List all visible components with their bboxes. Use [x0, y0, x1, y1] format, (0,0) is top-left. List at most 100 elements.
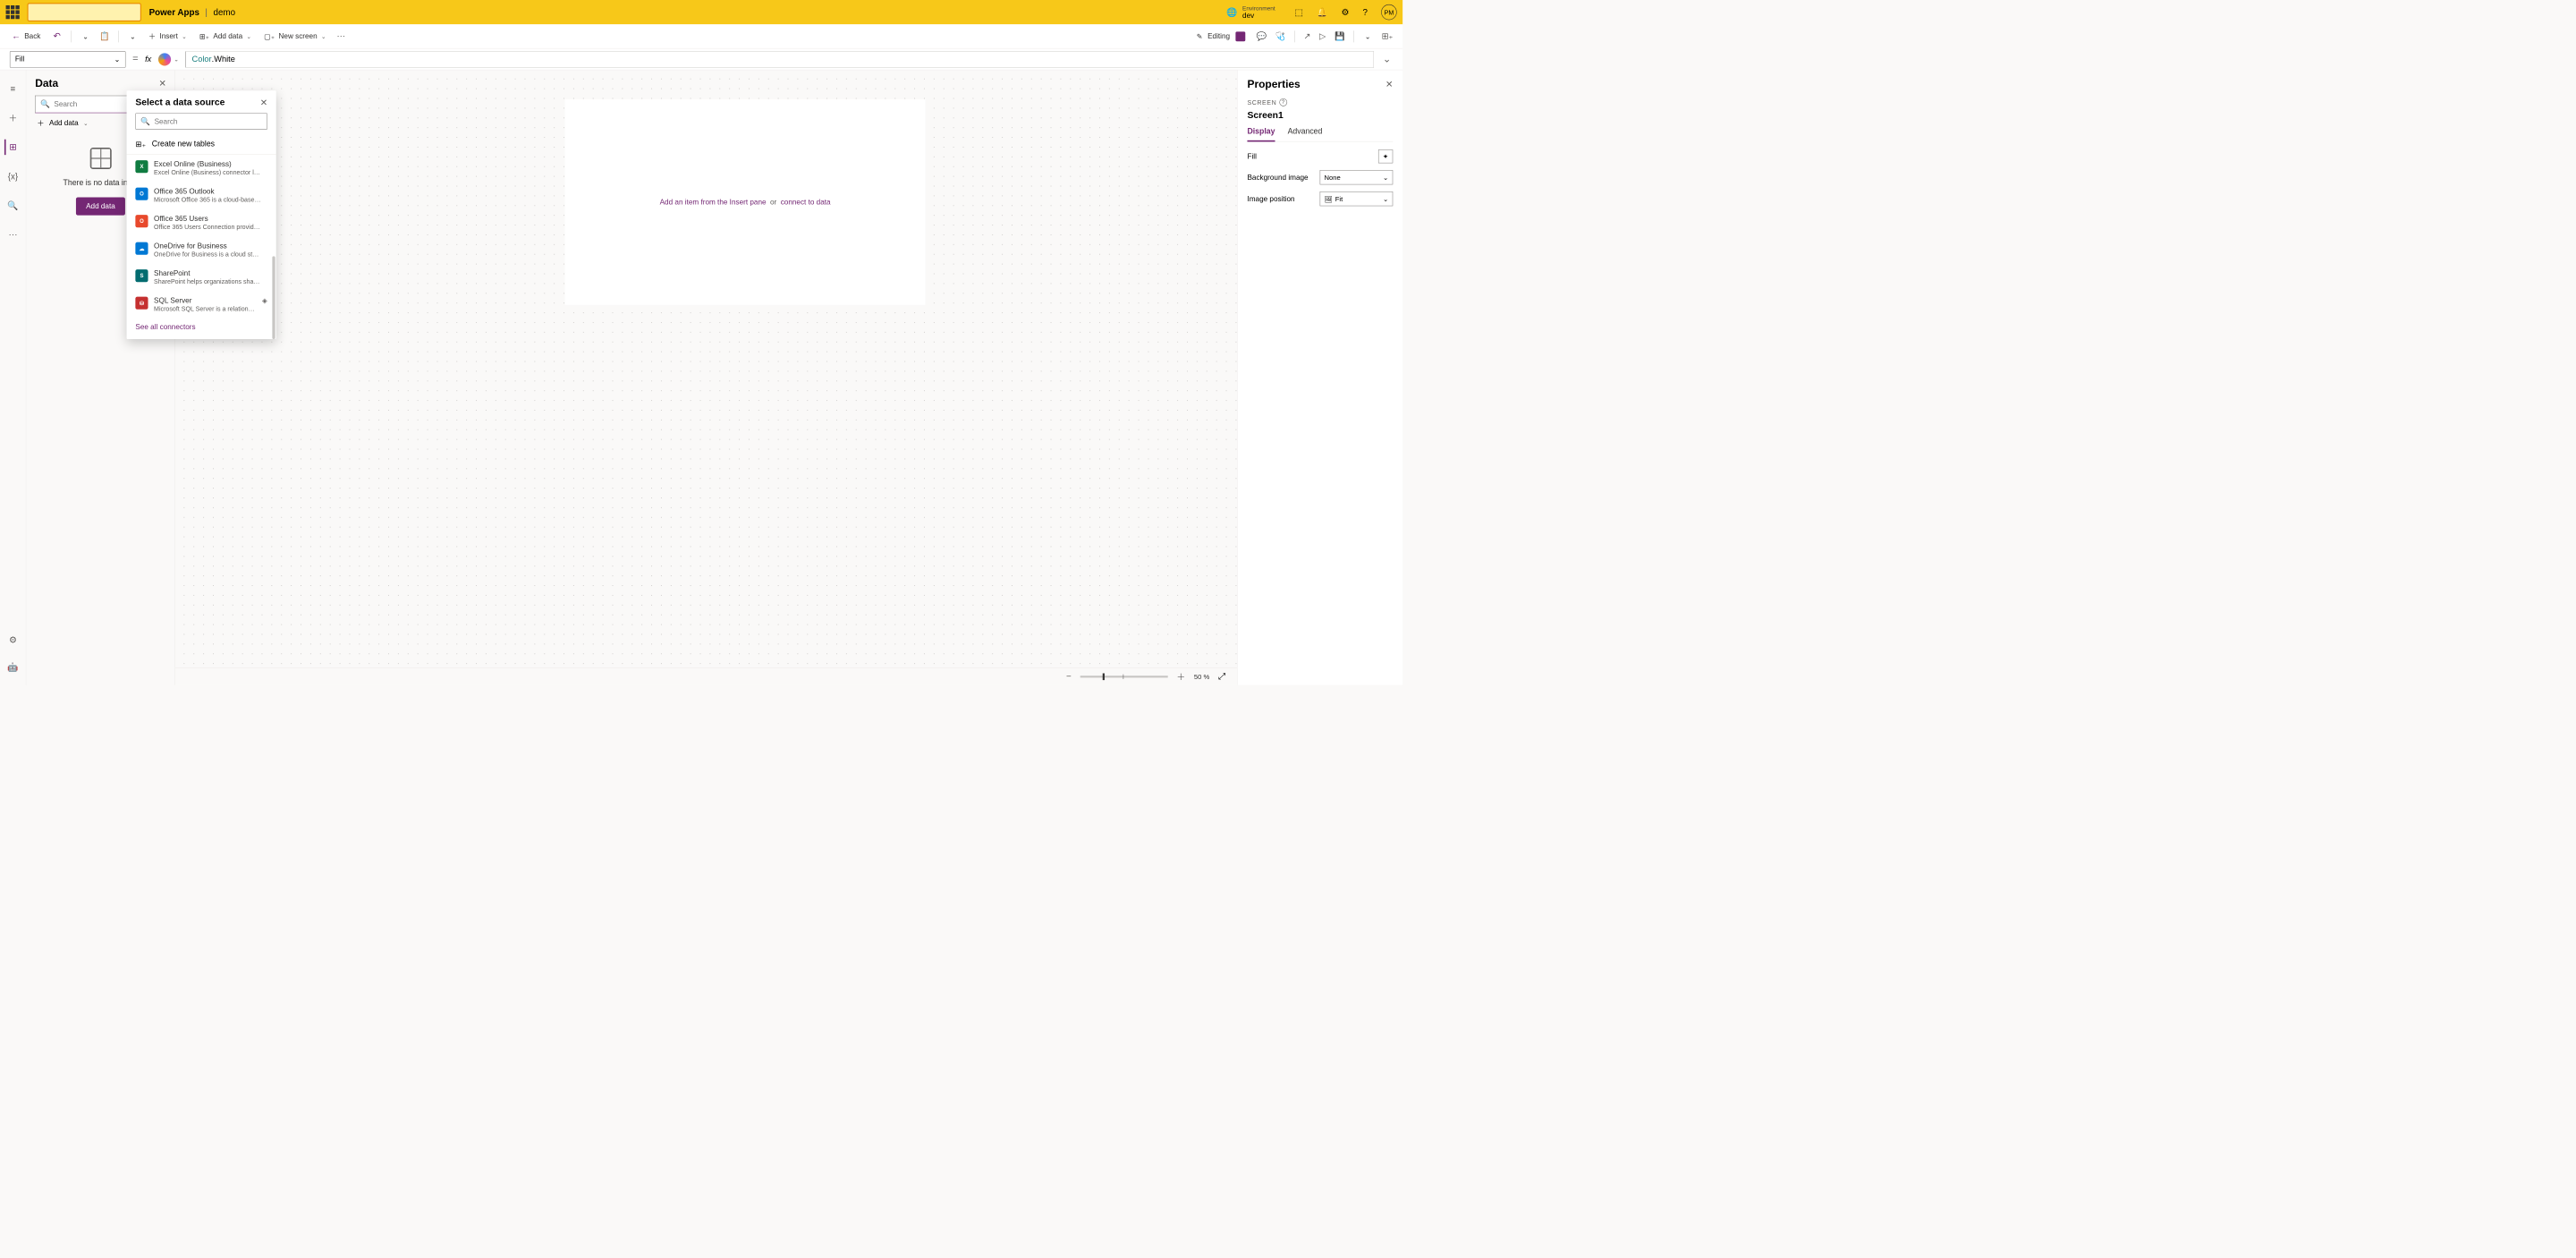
paste-dropdown[interactable]: ⌄: [128, 30, 138, 42]
create-tables-button[interactable]: ⊞₊ Create new tables: [127, 134, 276, 154]
element-type-label: SCREEN: [1247, 98, 1276, 106]
connector-name: Office 365 Users: [154, 215, 267, 223]
image-position-label: Image position: [1247, 195, 1294, 203]
insert-rail-icon[interactable]: ＋: [5, 110, 21, 125]
environment-value: dev: [1242, 12, 1275, 20]
formula-bar: Fill ⌄ = fx ⌄ Color.White ⌄: [0, 48, 1402, 70]
editing-mode[interactable]: ✎ Editing: [1195, 30, 1248, 43]
connector-item[interactable]: XExcel Online (Business)Excel Online (Bu…: [127, 155, 276, 182]
plus-icon: ＋: [148, 31, 156, 41]
diagnostics-icon[interactable]: ⬚: [1295, 7, 1303, 17]
copilot-icon[interactable]: [158, 53, 171, 65]
fill-color-picker[interactable]: ✦: [1378, 149, 1393, 163]
chevron-down-icon: ⌄: [114, 55, 121, 64]
tab-advanced[interactable]: Advanced: [1288, 128, 1323, 141]
connector-item[interactable]: ⛁ SQL ServerMicrosoft SQL Server is a rel…: [127, 291, 276, 318]
formula-rest: .White: [212, 55, 235, 64]
connector-desc: OneDrive for Business is a cloud storage…: [154, 251, 261, 258]
screen-icon: ▢₊: [264, 32, 275, 41]
canvas-grid[interactable]: Add an item from the Insert pane or conn…: [175, 70, 1237, 667]
flyout-scrollbar[interactable]: [272, 256, 275, 339]
data-source-flyout: Select a data source ✕ 🔍 ⊞₊ Create new t…: [127, 90, 276, 339]
zoom-in-button[interactable]: ＋: [1176, 670, 1185, 683]
properties-pane: Properties ✕ SCREEN ? Screen1 Display Ad…: [1237, 70, 1402, 684]
connector-name: Excel Online (Business): [154, 160, 267, 168]
close-properties-icon[interactable]: ✕: [1385, 79, 1393, 89]
new-screen-label: New screen: [279, 32, 318, 40]
paste-button[interactable]: 📋: [99, 31, 110, 41]
image-position-select[interactable]: 🖼Fit ⌄: [1320, 191, 1394, 206]
properties-title: Properties: [1247, 78, 1300, 90]
connector-icon: S: [135, 269, 148, 282]
back-button[interactable]: ← Back: [10, 30, 43, 44]
expand-formula-icon[interactable]: ⌄: [1381, 53, 1393, 65]
flyout-search-input[interactable]: [155, 117, 262, 125]
publish-icon[interactable]: ⊞₊: [1382, 31, 1394, 41]
fit-to-screen-icon[interactable]: ⤢: [1218, 671, 1225, 681]
copilot-dropdown[interactable]: ⌄: [174, 55, 178, 63]
connector-name: SQL Server: [154, 297, 256, 305]
document-name[interactable]: demo: [214, 7, 236, 17]
undo-button[interactable]: ↶: [51, 30, 63, 44]
flyout-title: Select a data source: [135, 98, 225, 108]
settings-rail-icon[interactable]: ⚙: [5, 633, 21, 648]
connect-to-data-link[interactable]: connect to data: [781, 198, 831, 206]
plus-icon: ＋: [37, 118, 44, 128]
close-pane-icon[interactable]: ✕: [158, 78, 165, 88]
product-name: Power Apps: [149, 7, 199, 17]
connector-desc: SharePoint helps organizations share and…: [154, 277, 261, 285]
variables-icon[interactable]: {x}: [5, 168, 21, 183]
zoom-slider[interactable]: [1080, 676, 1168, 677]
help-icon[interactable]: ?: [1363, 7, 1368, 17]
property-name: Fill: [15, 55, 24, 64]
comments-icon[interactable]: 💬: [1256, 31, 1267, 41]
user-avatar[interactable]: PM: [1381, 4, 1396, 20]
undo-dropdown[interactable]: ⌄: [80, 30, 90, 42]
search-rail-icon[interactable]: 🔍: [5, 198, 21, 213]
tree-view-icon[interactable]: ≡: [5, 81, 21, 96]
more-rail-icon[interactable]: ⋯: [5, 227, 21, 242]
notifications-icon[interactable]: 🔔: [1317, 7, 1327, 17]
connector-item[interactable]: OOffice 365 OutlookMicrosoft Office 365 …: [127, 182, 276, 208]
zoom-out-button[interactable]: −: [1066, 671, 1072, 681]
save-icon[interactable]: 💾: [1335, 31, 1345, 41]
add-data-button[interactable]: ⊞₊ Add data ⌄: [198, 30, 253, 42]
insert-button[interactable]: ＋ Insert ⌄: [147, 30, 189, 44]
data-pane-title: Data: [35, 77, 58, 89]
canvas-screen[interactable]: Add an item from the Insert pane or conn…: [565, 99, 926, 305]
connector-icon: O: [135, 215, 148, 227]
environment-picker[interactable]: 🌐 Environment dev: [1226, 4, 1275, 20]
zoom-pct: %: [1204, 673, 1210, 681]
formula-input[interactable]: Color.White: [185, 51, 1374, 68]
bg-image-select[interactable]: None ⌄: [1320, 170, 1394, 184]
element-name[interactable]: Screen1: [1247, 110, 1393, 121]
connector-item[interactable]: OOffice 365 UsersOffice 365 Users Connec…: [127, 209, 276, 236]
connector-icon: ⛁: [135, 297, 148, 310]
new-screen-button[interactable]: ▢₊ New screen ⌄: [262, 30, 328, 42]
share-icon[interactable]: ↗: [1303, 31, 1310, 41]
connector-desc: Microsoft SQL Server is a relational dat…: [154, 305, 256, 312]
connector-item[interactable]: S SharePointSharePoint helps organization…: [127, 264, 276, 291]
tab-display[interactable]: Display: [1247, 128, 1275, 142]
data-rail-icon[interactable]: ⊞: [4, 140, 20, 155]
settings-icon[interactable]: ⚙: [1341, 7, 1349, 17]
waffle-menu-icon[interactable]: [6, 5, 20, 19]
app-checker-icon[interactable]: 🩺: [1275, 31, 1286, 41]
see-all-connectors[interactable]: See all connectors: [127, 319, 276, 339]
preview-icon[interactable]: ▷: [1319, 31, 1326, 41]
connector-name: Office 365 Outlook: [154, 188, 267, 196]
property-selector[interactable]: Fill ⌄: [10, 51, 126, 68]
flyout-search-box[interactable]: 🔍: [135, 113, 267, 130]
overflow-menu[interactable]: ⋯: [336, 31, 344, 41]
virtual-agent-icon[interactable]: 🤖: [5, 659, 21, 675]
mode-badge: [1236, 31, 1246, 41]
chevron-down-icon: ⌄: [182, 33, 186, 40]
help-badge-icon[interactable]: ?: [1280, 98, 1288, 106]
add-data-button[interactable]: Add data: [76, 198, 124, 216]
close-flyout-icon[interactable]: ✕: [260, 98, 267, 107]
table-icon: [89, 148, 111, 169]
connector-name: SharePoint: [154, 269, 267, 277]
connector-item[interactable]: ☁OneDrive for BusinessOneDrive for Busin…: [127, 236, 276, 263]
save-dropdown[interactable]: ⌄: [1363, 30, 1373, 42]
highlighted-region: [27, 3, 140, 21]
